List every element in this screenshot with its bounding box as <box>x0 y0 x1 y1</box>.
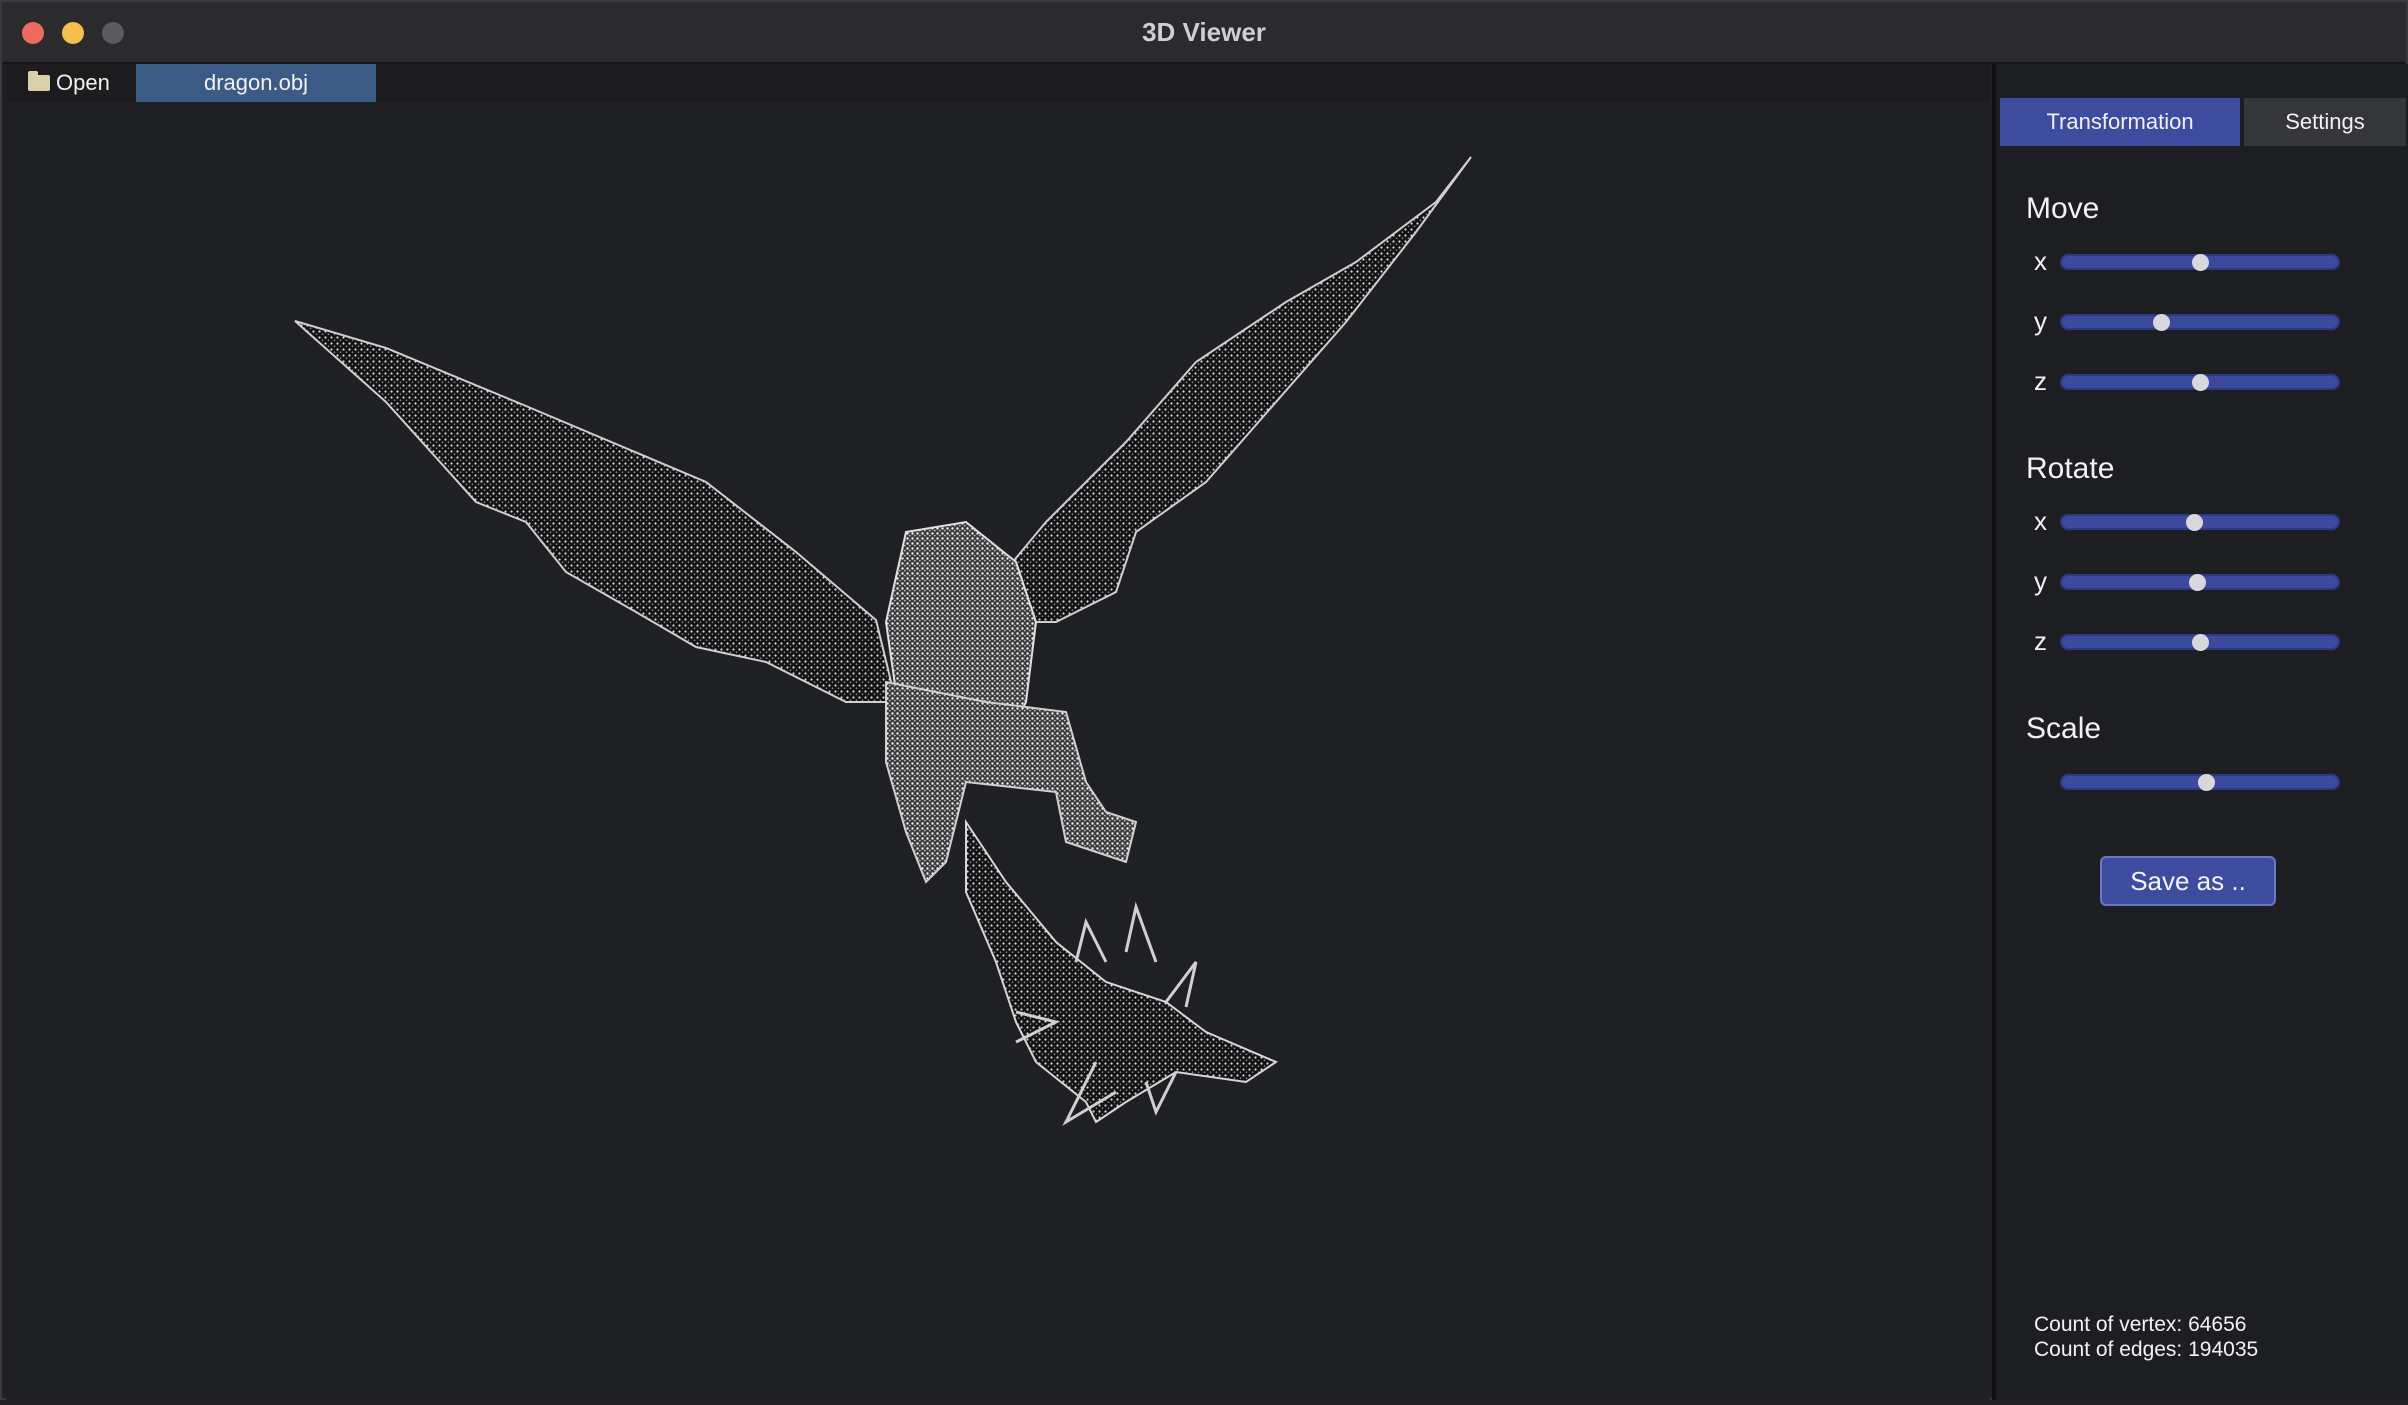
dragon-model-render <box>294 156 1472 1126</box>
sidebar-tabs: Transformation Settings <box>2000 98 2408 146</box>
folder-icon <box>28 71 50 91</box>
dragon-legs <box>885 680 1138 884</box>
move-y-label: y <box>2034 306 2047 336</box>
dragon-tail <box>965 818 1279 1124</box>
model-viewport[interactable] <box>6 102 1990 1400</box>
file-toolbar: Open dragon.obj <box>6 64 1990 104</box>
open-label: Open <box>56 70 110 95</box>
save-as-button[interactable]: Save as .. <box>2100 856 2276 906</box>
open-button[interactable]: Open <box>28 64 110 102</box>
move-section-title: Move <box>2026 192 2100 225</box>
window-title: 3D Viewer <box>1142 17 1266 47</box>
rotate-z-thumb[interactable] <box>2192 634 2209 651</box>
rotate-y-slider[interactable] <box>2060 574 2340 591</box>
rotate-section-title: Rotate <box>2026 452 2115 485</box>
rotate-x-slider[interactable] <box>2060 514 2340 531</box>
scale-section-title: Scale <box>2026 712 2102 745</box>
dragon-left-wing <box>294 320 898 703</box>
file-tab[interactable]: dragon.obj <box>136 64 376 102</box>
dragon-right-wing <box>964 156 1472 623</box>
rotate-z-label: z <box>2034 626 2047 656</box>
rotate-y-label: y <box>2034 566 2047 596</box>
tab-transformation[interactable]: Transformation <box>2000 98 2240 146</box>
move-z-thumb[interactable] <box>2192 374 2209 391</box>
move-y-thumb[interactable] <box>2153 314 2171 331</box>
tab-settings[interactable]: Settings <box>2244 98 2406 146</box>
title-bar: 3D Viewer <box>2 2 2406 64</box>
rotate-y-thumb[interactable] <box>2189 574 2207 591</box>
model-stats: Count of vertex: 64656 Count of edges: 1… <box>2034 1312 2258 1362</box>
move-x-thumb[interactable] <box>2192 254 2209 271</box>
control-sidebar: Transformation Settings Move x y z Rotat… <box>1992 64 2408 1400</box>
move-x-slider[interactable] <box>2060 254 2340 271</box>
rotate-x-label: x <box>2034 506 2047 536</box>
scale-slider[interactable] <box>2060 774 2340 791</box>
rotate-x-thumb[interactable] <box>2186 514 2204 531</box>
edge-count: Count of edges: 194035 <box>2034 1338 2259 1361</box>
move-z-slider[interactable] <box>2060 374 2340 391</box>
rotate-z-slider[interactable] <box>2060 634 2340 651</box>
move-x-label: x <box>2034 246 2047 276</box>
move-z-label: z <box>2034 366 2047 396</box>
move-y-slider[interactable] <box>2060 314 2340 331</box>
app-window: 3D Viewer Open dragon.obj Transformation… <box>0 0 2408 1400</box>
scale-thumb[interactable] <box>2197 774 2215 791</box>
vertex-count: Count of vertex: 64656 <box>2034 1313 2247 1336</box>
